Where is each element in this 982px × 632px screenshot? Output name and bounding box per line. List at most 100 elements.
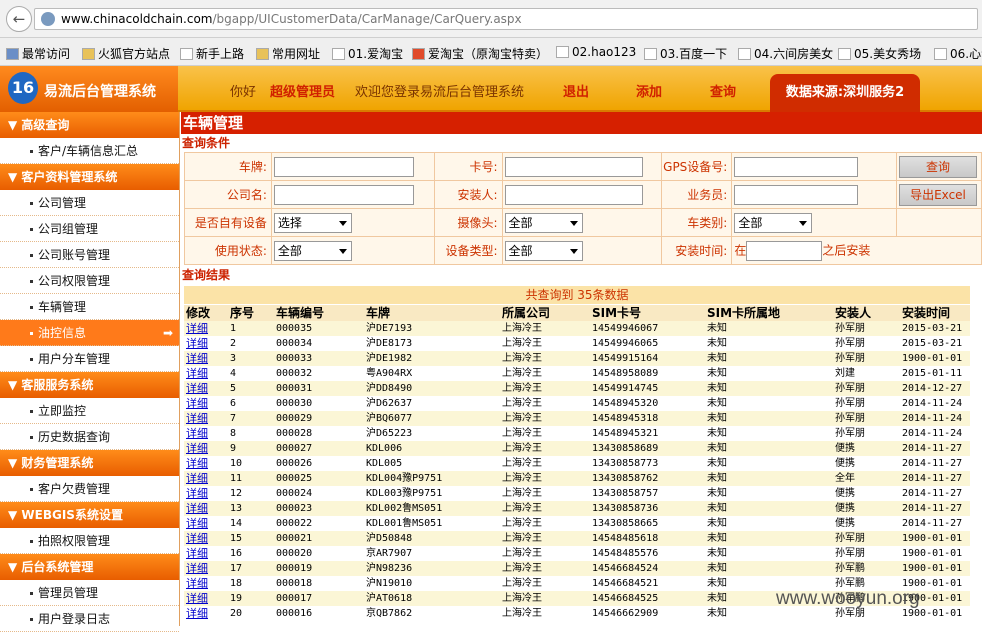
back-arrow-icon[interactable]: ← <box>6 6 32 32</box>
sidebar-item[interactable]: 客户欠费管理 <box>0 476 179 502</box>
detail-link[interactable]: 详细 <box>184 381 228 396</box>
table-cell: 000027 <box>274 441 364 456</box>
car-type-select[interactable]: 全部 <box>734 212 813 233</box>
gps-input[interactable] <box>734 156 859 177</box>
detail-link[interactable]: 详细 <box>184 426 228 441</box>
company-input[interactable] <box>273 184 414 205</box>
sidebar-item[interactable]: 公司权限管理 <box>0 268 179 294</box>
bookmark-item[interactable]: 03.百度一下 <box>644 45 727 62</box>
detail-link[interactable]: 详细 <box>184 516 228 531</box>
table-row: 详细 8 000028 沪D65223 上海冷王 14548945321 未知 孙军朋 2014… <box>184 426 970 441</box>
bookmarks-bar: 最常访问 火狐官方站点 新手上路 常用网址 01.爱淘宝 爱淘宝（原淘宝特卖） 02.hao… <box>0 38 982 66</box>
sidebar-item-label: 管理员管理 <box>38 586 99 600</box>
detail-link[interactable]: 详细 <box>184 351 228 366</box>
detail-link[interactable]: 详细 <box>184 471 228 486</box>
detail-link[interactable]: 详细 <box>184 606 228 621</box>
camera-select[interactable]: 全部 <box>504 212 583 233</box>
sidebar-item-label: 客户欠费管理 <box>38 482 111 496</box>
detail-link[interactable]: 详细 <box>184 456 228 471</box>
bookmark-item[interactable]: 02.hao123 <box>556 45 636 59</box>
sidebar-group-header[interactable]: ▼ 客服服务系统 <box>0 372 179 398</box>
welcome-text: 欢迎您登录易流后台管理系统 <box>355 85 525 100</box>
bookmark-item[interactable]: 01.爱淘宝 <box>332 45 403 62</box>
table-cell: 000022 <box>274 516 364 531</box>
address-bar[interactable]: www.chinacoldchain.com/bgapp/UICustomerD… <box>34 8 978 30</box>
bookmark-item[interactable]: 火狐官方站点 <box>82 45 170 62</box>
detail-link[interactable]: 详细 <box>184 336 228 351</box>
bookmark-item[interactable]: 最常访问 <box>6 45 70 62</box>
table-row: 详细 2 000034 沪DE8173 上海冷王 14549946065 未知 孙军朋 2015… <box>184 336 970 351</box>
sidebar-item-label: 立即监控 <box>38 404 87 418</box>
bookmark-label: 火狐官方站点 <box>98 47 171 61</box>
sidebar-item[interactable]: 管理员管理 <box>0 580 179 606</box>
detail-link[interactable]: 详细 <box>184 561 228 576</box>
bookmark-item[interactable]: 爱淘宝（原淘宝特卖） <box>412 45 548 62</box>
detail-link[interactable]: 详细 <box>184 501 228 516</box>
sidebar-item[interactable]: 车辆管理 <box>0 294 179 320</box>
table-cell: 上海冷王 <box>500 336 590 351</box>
salesman-input[interactable] <box>734 184 859 205</box>
sidebar-item[interactable]: 公司账号管理 <box>0 242 179 268</box>
add-link[interactable]: 添加 <box>636 81 662 100</box>
detail-link[interactable]: 详细 <box>184 321 228 336</box>
bookmark-item[interactable]: 05.美女秀场 <box>838 45 921 62</box>
detail-link[interactable]: 详细 <box>184 531 228 546</box>
sidebar-group-header[interactable]: ▼ 后台系统管理 <box>0 554 179 580</box>
table-cell: 14546684525 <box>590 591 705 606</box>
sidebar-item[interactable]: 公司管理 <box>0 190 179 216</box>
query-button[interactable]: 查询 <box>899 155 977 178</box>
bookmark-item[interactable]: 新手上路 <box>180 45 244 62</box>
sidebar-item[interactable]: 拍照权限管理 <box>0 528 179 554</box>
own-device-select[interactable]: 选择 <box>273 212 352 233</box>
sidebar-item[interactable]: 立即监控 <box>0 398 179 424</box>
status-select[interactable]: 全部 <box>273 240 352 261</box>
table-cell: 未知 <box>705 396 833 411</box>
detail-link[interactable]: 详细 <box>184 546 228 561</box>
table-cell: 2014-11-24 <box>900 411 970 426</box>
installer-input[interactable] <box>504 184 643 205</box>
page-icon <box>934 48 947 60</box>
table-cell: 000020 <box>274 546 364 561</box>
detail-link[interactable]: 详细 <box>184 486 228 501</box>
sidebar-item[interactable]: 公司组管理 <box>0 216 179 242</box>
table-cell: 2014-11-24 <box>900 426 970 441</box>
sidebar-group-header[interactable]: ▼ 财务管理系统 <box>0 450 179 476</box>
table-cell: 上海冷王 <box>500 486 590 501</box>
table-cell: 未知 <box>705 336 833 351</box>
table-cell: 沪DD8490 <box>364 381 500 396</box>
detail-link[interactable]: 详细 <box>184 396 228 411</box>
sidebar-item[interactable]: 历史数据查询 <box>0 424 179 450</box>
sidebar-group-header[interactable]: ▼ WEBGIS系统设置 <box>0 502 179 528</box>
sidebar-item[interactable]: 用户分车管理 <box>0 346 179 372</box>
sidebar-group-header[interactable]: ▼ 高级查询 <box>0 112 179 138</box>
detail-link[interactable]: 详细 <box>184 411 228 426</box>
device-type-select[interactable]: 全部 <box>504 240 583 261</box>
bookmark-item[interactable]: 常用网址 <box>256 45 320 62</box>
sidebar-group-header[interactable]: ▼ 客户资料管理系统 <box>0 164 179 190</box>
table-cell: 000033 <box>274 351 364 366</box>
export-excel-button[interactable]: 导出Excel <box>899 183 977 206</box>
detail-link[interactable]: 详细 <box>184 591 228 606</box>
query-link[interactable]: 查询 <box>710 81 736 100</box>
sidebar-item-label: 公司管理 <box>38 196 87 210</box>
detail-link[interactable]: 详细 <box>184 441 228 456</box>
table-cell: 上海冷王 <box>500 471 590 486</box>
page-icon <box>180 48 193 60</box>
table-cell: 2015-01-11 <box>900 366 970 381</box>
detail-link[interactable]: 详细 <box>184 576 228 591</box>
card-input[interactable] <box>504 156 643 177</box>
bookmark-item[interactable]: 04.六间房美女 <box>738 45 833 62</box>
sidebar-item[interactable]: 客户/车辆信息汇总 <box>0 138 179 164</box>
detail-link[interactable]: 详细 <box>184 366 228 381</box>
plate-input[interactable] <box>273 156 414 177</box>
install-time-input[interactable] <box>746 240 823 261</box>
table-cell: 1900-01-01 <box>900 531 970 546</box>
logout-link[interactable]: 退出 <box>563 81 589 100</box>
sidebar-item[interactable]: 用户登录日志 <box>0 606 179 632</box>
table-cell: 10 <box>228 456 274 471</box>
table-cell: 孙军朋 <box>833 411 900 426</box>
data-source-tab[interactable]: 数据来源:深圳服务2 <box>770 74 920 112</box>
table-row: 详细 12 000024 KDL003豫P9751 上海冷王 13430858757 未知便… <box>184 486 970 501</box>
bookmark-item[interactable]: 06.心动 <box>934 45 982 62</box>
sidebar-item[interactable]: 油控信息 ➡ <box>0 320 179 346</box>
